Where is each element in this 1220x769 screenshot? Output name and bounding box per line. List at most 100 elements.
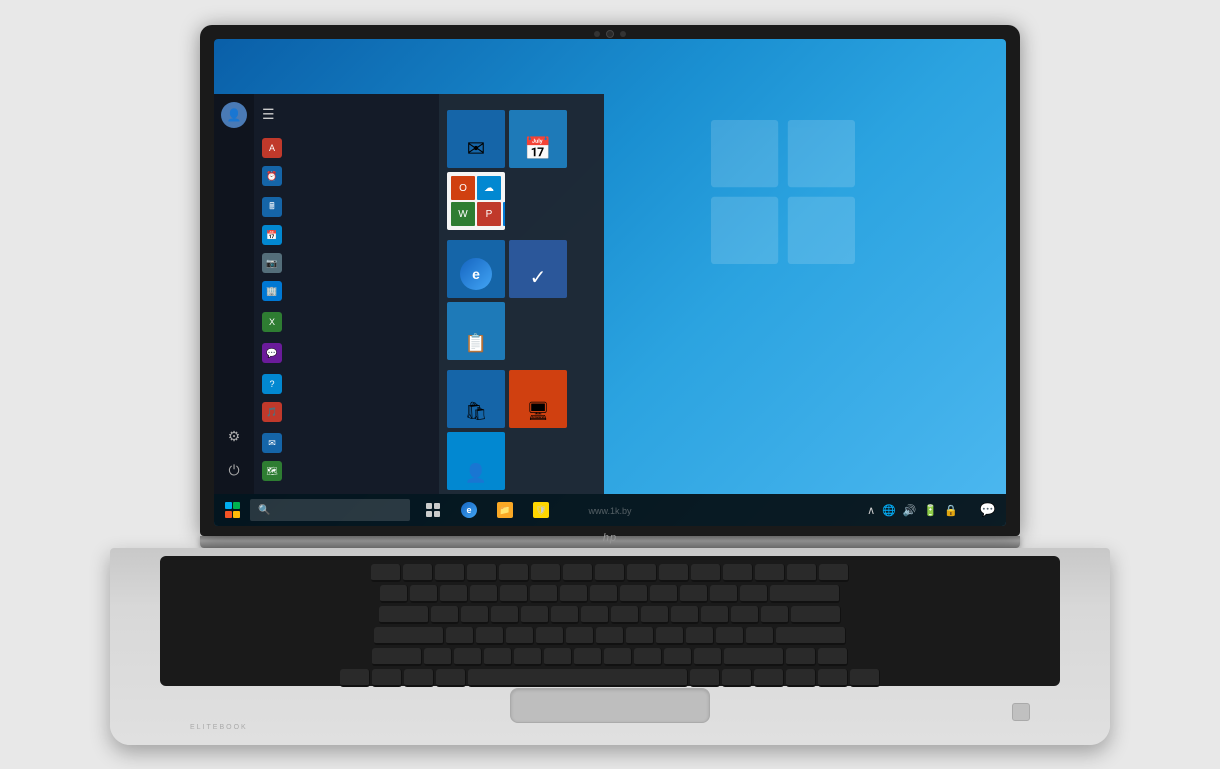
key-l <box>686 627 714 645</box>
app-item-calculator[interactable]: 🖩 <box>254 193 439 221</box>
battery-icon[interactable]: 🔋 <box>922 502 940 519</box>
tile-whiteboard[interactable]: 📋 <box>447 302 505 360</box>
key-8 <box>620 585 648 603</box>
key-del <box>819 564 849 582</box>
tile-mail-icon: ✉ <box>467 136 485 162</box>
app-item-mail[interactable]: ✉ <box>254 429 439 457</box>
network-icon[interactable]: 🌐 <box>880 502 898 519</box>
key-w <box>461 606 489 624</box>
key-f3 <box>467 564 497 582</box>
company-portal-icon: 🏢 <box>262 281 282 301</box>
key-enter <box>776 627 846 645</box>
tile-mail[interactable]: ✉ <box>447 110 505 168</box>
app-item-access[interactable]: A <box>254 134 439 162</box>
key-t <box>551 606 579 624</box>
office-outlook-icon: O <box>451 176 475 200</box>
keyboard-row-qwerty <box>168 606 1052 624</box>
productivity-tiles: ✉ 📅 O W ☁ P <box>447 110 596 230</box>
defender-icon: 🛡 <box>533 502 549 518</box>
fingerprint-reader[interactable] <box>1012 703 1030 721</box>
tiles-panel: ✉ 📅 O W ☁ P <box>439 94 604 494</box>
key-pgdn <box>850 669 880 687</box>
key-rbracket <box>761 606 789 624</box>
app-item-feedback[interactable]: 💬 <box>254 339 439 367</box>
key-k <box>656 627 684 645</box>
key-semicolon <box>716 627 744 645</box>
trackpad[interactable] <box>510 688 710 723</box>
task-view-button[interactable] <box>416 495 450 525</box>
search-bar[interactable]: 🔍 <box>250 499 410 521</box>
key-down <box>786 669 816 687</box>
key-g <box>566 627 594 645</box>
settings-icon[interactable]: ⚙ <box>218 420 250 452</box>
key-s <box>476 627 504 645</box>
alarms-icon: ⏰ <box>262 166 282 186</box>
office-word-icon: W <box>451 202 475 226</box>
menu-header: ☰ <box>254 102 439 127</box>
key-backspace <box>770 585 840 603</box>
app-item-excel[interactable]: X <box>254 308 439 336</box>
app-item-company-portal[interactable]: 🏢 <box>254 277 439 305</box>
keyboard-row-fn <box>168 564 1052 582</box>
key-j <box>626 627 654 645</box>
key-ins <box>787 564 817 582</box>
key-p <box>701 606 729 624</box>
todo-tile-icon: ✓ <box>530 265 547 290</box>
tray-expand-icon[interactable]: ∧ <box>865 502 877 519</box>
key-alt-l <box>436 669 466 687</box>
windows-flag-icon <box>225 502 241 518</box>
tile-office-suite[interactable]: O W ☁ P N <box>447 172 505 230</box>
tile-calendar[interactable]: 📅 <box>509 110 567 168</box>
key-x <box>454 648 482 666</box>
keyboard-row-numbers <box>168 585 1052 603</box>
key-z <box>424 648 452 666</box>
groove-icon: 🎵 <box>262 402 282 422</box>
speaker-icon[interactable]: 🔊 <box>901 502 919 519</box>
tile-company-portal[interactable]: 👤 <box>447 432 505 490</box>
get-help-icon: ? <box>262 374 282 394</box>
key-f9 <box>659 564 689 582</box>
app-list: ☰ A ⏰ 🖩 <box>254 94 439 494</box>
hamburger-icon: ☰ <box>262 106 275 123</box>
whiteboard-tile-icon: 📋 <box>465 333 487 354</box>
key-lshift <box>372 648 422 666</box>
office-onedrive-icon: ☁ <box>477 176 501 200</box>
feedback-icon: 💬 <box>262 343 282 363</box>
tile-edge[interactable]: e <box>447 240 505 298</box>
tile-todo[interactable]: ✓ <box>509 240 567 298</box>
defender-btn[interactable]: 🛡 <box>524 495 558 525</box>
remote-desktop-tile-icon: 🖥 <box>527 401 550 422</box>
key-pgup <box>818 648 848 666</box>
key-y <box>581 606 609 624</box>
key-f <box>536 627 564 645</box>
power-icon[interactable]: ⏻ <box>218 454 250 486</box>
taskbar-center-items: e 📁 🛡 <box>416 495 558 525</box>
key-f1 <box>403 564 433 582</box>
search-icon: 🔍 <box>258 505 270 516</box>
user-avatar-icon[interactable]: 👤 <box>221 102 247 128</box>
key-c <box>484 648 512 666</box>
key-6 <box>560 585 588 603</box>
app-item-maps[interactable]: 🗺 <box>254 457 439 485</box>
tile-remote-desktop[interactable]: 🖥 <box>509 370 567 428</box>
lock-icon[interactable]: 🔒 <box>942 502 960 519</box>
start-button[interactable] <box>218 495 248 525</box>
key-3 <box>470 585 498 603</box>
key-backtick <box>380 585 408 603</box>
app-item-alarms[interactable]: ⏰ <box>254 162 439 190</box>
key-b <box>544 648 572 666</box>
key-rshift <box>724 648 784 666</box>
hp-logo: hp <box>603 532 617 544</box>
app-item-calendar[interactable]: 📅 <box>254 221 439 249</box>
notification-button[interactable]: 💬 <box>974 496 1002 524</box>
tile-ms-store[interactable]: 🛍 <box>447 370 505 428</box>
app-item-camera[interactable]: 📷 <box>254 249 439 277</box>
key-up <box>786 648 816 666</box>
edge-taskbar-btn[interactable]: e <box>452 495 486 525</box>
app-item-groove[interactable]: 🎵 <box>254 398 439 426</box>
key-f7 <box>595 564 625 582</box>
key-capslock <box>374 627 444 645</box>
app-item-get-help[interactable]: ? <box>254 370 439 398</box>
file-explorer-btn[interactable]: 📁 <box>488 495 522 525</box>
key-f4 <box>499 564 529 582</box>
